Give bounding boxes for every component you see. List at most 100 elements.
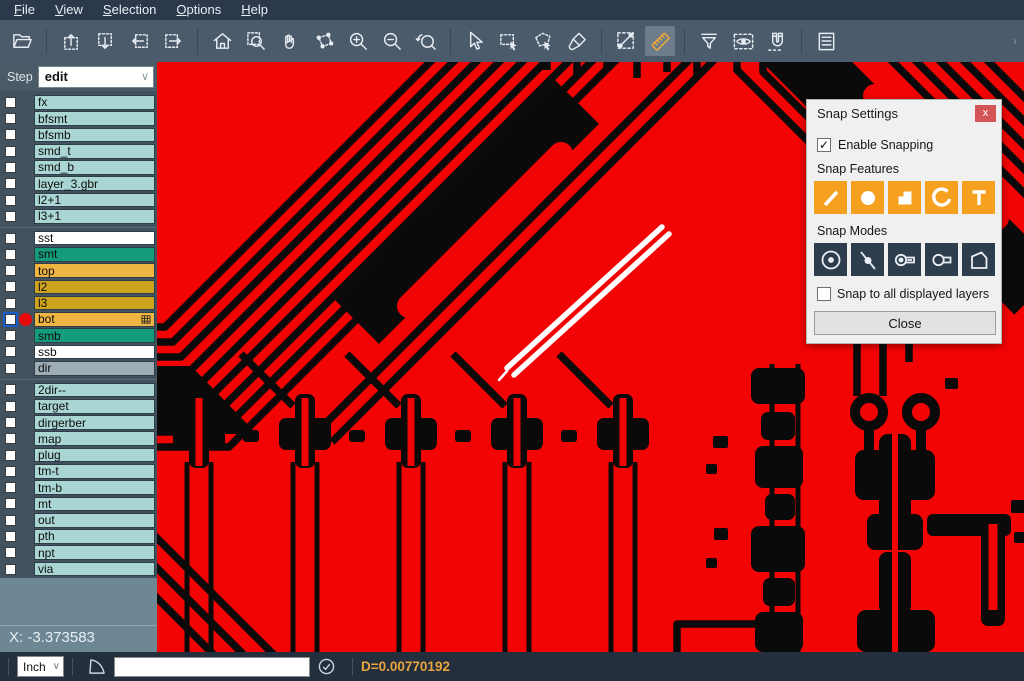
layer-label-bfsmt[interactable]: bfsmt [34, 111, 155, 126]
layer-label-l3+1[interactable]: l3+1 [34, 209, 155, 224]
layer-visibility-checkbox[interactable] [5, 363, 16, 374]
layer-visibility-checkbox[interactable] [5, 233, 16, 244]
shift-up-button[interactable] [56, 26, 86, 56]
coordinate-input[interactable] [114, 657, 310, 677]
layer-label-plug[interactable]: plug [34, 448, 155, 463]
enable-snapping-checkbox[interactable]: ✓ [817, 138, 831, 152]
snap-mode-contour-button[interactable] [925, 243, 958, 276]
zoom-out-button[interactable] [377, 26, 407, 56]
snap-mode-origin-button[interactable] [888, 243, 921, 276]
zoom-window-button[interactable] [241, 26, 271, 56]
layer-visibility-checkbox[interactable] [5, 498, 16, 509]
angle-mode-icon[interactable] [88, 658, 107, 675]
layer-label-smd_t[interactable]: smd_t [34, 144, 155, 159]
menu-item-options[interactable]: Options [166, 1, 231, 19]
layer-visibility-checkbox[interactable] [5, 433, 16, 444]
layer-label-npt[interactable]: npt [34, 545, 155, 560]
unit-select[interactable]: Inch ∨ [17, 656, 64, 677]
snap-mode-vertex-button[interactable] [962, 243, 995, 276]
zoom-in-button[interactable] [343, 26, 373, 56]
layer-visibility-checkbox[interactable] [5, 281, 16, 292]
measure-distance-button[interactable] [611, 26, 641, 56]
snap-feature-arc-button[interactable] [925, 181, 958, 214]
layer-label-tm-b[interactable]: tm-b [34, 480, 155, 495]
layer-label-dirgerber[interactable]: dirgerber [34, 415, 155, 430]
report-button[interactable] [811, 26, 841, 56]
zoom-previous-button[interactable] [411, 26, 441, 56]
layer-visibility-checkbox[interactable] [5, 146, 16, 157]
layer-visibility-checkbox[interactable] [5, 346, 16, 357]
layer-label-layer_3.gbr[interactable]: layer_3.gbr [34, 176, 155, 191]
layer-visibility-checkbox[interactable] [5, 178, 16, 189]
layer-label-bfsmb[interactable]: bfsmb [34, 128, 155, 143]
dialog-close-button[interactable]: x [975, 105, 996, 122]
snap-feature-text-button[interactable] [962, 181, 995, 214]
filter-button[interactable] [694, 26, 724, 56]
menu-item-view[interactable]: View [45, 1, 93, 19]
layer-label-smd_b[interactable]: smd_b [34, 160, 155, 175]
layer-label-2dir--[interactable]: 2dir-- [34, 383, 155, 398]
layer-visibility-checkbox[interactable] [5, 466, 16, 477]
layer-label-bot[interactable]: bot [34, 312, 155, 327]
layer-visibility-checkbox[interactable] [5, 384, 16, 395]
layer-visibility-checkbox[interactable] [5, 129, 16, 140]
layer-visibility-checkbox[interactable] [5, 298, 16, 309]
layer-visibility-checkbox[interactable] [5, 401, 16, 412]
shift-left-button[interactable] [124, 26, 154, 56]
layer-label-out[interactable]: out [34, 513, 155, 528]
all-layers-checkbox[interactable] [817, 287, 831, 301]
layer-visibility-checkbox[interactable] [5, 249, 16, 260]
layer-label-top[interactable]: top [34, 263, 155, 278]
step-select[interactable]: edit ∨ [38, 66, 154, 88]
layer-visibility-checkbox[interactable] [5, 195, 16, 206]
menu-item-help[interactable]: Help [231, 1, 278, 19]
brush-button[interactable] [562, 26, 592, 56]
layer-label-target[interactable]: target [34, 399, 155, 414]
menu-item-file[interactable]: File [4, 1, 45, 19]
layer-visibility-checkbox[interactable] [5, 162, 16, 173]
shift-down-button[interactable] [90, 26, 120, 56]
layer-visibility-checkbox[interactable] [5, 417, 16, 428]
dialog-titlebar[interactable]: Snap Settings x [807, 100, 1001, 124]
layer-grid-icon[interactable] [141, 315, 151, 324]
menu-item-selection[interactable]: Selection [93, 1, 166, 19]
snap-feature-surface-button[interactable] [888, 181, 921, 214]
layer-label-smb[interactable]: smb [34, 328, 155, 343]
layer-label-dir[interactable]: dir [34, 361, 155, 376]
layer-visibility-checkbox[interactable] [5, 314, 16, 325]
select-polygon-button[interactable] [528, 26, 558, 56]
layer-label-smt[interactable]: smt [34, 247, 155, 262]
layer-label-l2[interactable]: l2 [34, 280, 155, 295]
view-area-button[interactable] [728, 26, 758, 56]
layer-visibility-checkbox[interactable] [5, 265, 16, 276]
ruler-button[interactable] [645, 26, 675, 56]
snap-button[interactable] [762, 26, 792, 56]
snap-feature-pad-button[interactable] [851, 181, 884, 214]
shift-right-button[interactable] [158, 26, 188, 56]
close-button[interactable]: Close [814, 311, 996, 335]
zoom-home-button[interactable] [207, 26, 237, 56]
layer-visibility-checkbox[interactable] [5, 482, 16, 493]
layer-label-via[interactable]: via [34, 562, 155, 577]
layer-visibility-checkbox[interactable] [5, 211, 16, 222]
pan-button[interactable] [275, 26, 305, 56]
select-button[interactable] [460, 26, 490, 56]
snap-feature-line-button[interactable] [814, 181, 847, 214]
layer-visibility-checkbox[interactable] [5, 97, 16, 108]
layer-visibility-checkbox[interactable] [5, 113, 16, 124]
layer-label-tm-t[interactable]: tm-t [34, 464, 155, 479]
layer-label-map[interactable]: map [34, 431, 155, 446]
layer-visibility-checkbox[interactable] [5, 515, 16, 526]
layer-label-sst[interactable]: sst [34, 231, 155, 246]
layer-label-fx[interactable]: fx [34, 95, 155, 110]
apply-check-icon[interactable] [318, 658, 335, 675]
layer-visibility-checkbox[interactable] [5, 450, 16, 461]
select-rectangle-button[interactable] [494, 26, 524, 56]
layer-visibility-checkbox[interactable] [5, 330, 16, 341]
layer-visibility-checkbox[interactable] [5, 547, 16, 558]
layer-label-l3[interactable]: l3 [34, 296, 155, 311]
snap-mode-center-button[interactable] [814, 243, 847, 276]
layer-visibility-checkbox[interactable] [5, 531, 16, 542]
layer-label-mt[interactable]: mt [34, 497, 155, 512]
layer-label-pth[interactable]: pth [34, 529, 155, 544]
